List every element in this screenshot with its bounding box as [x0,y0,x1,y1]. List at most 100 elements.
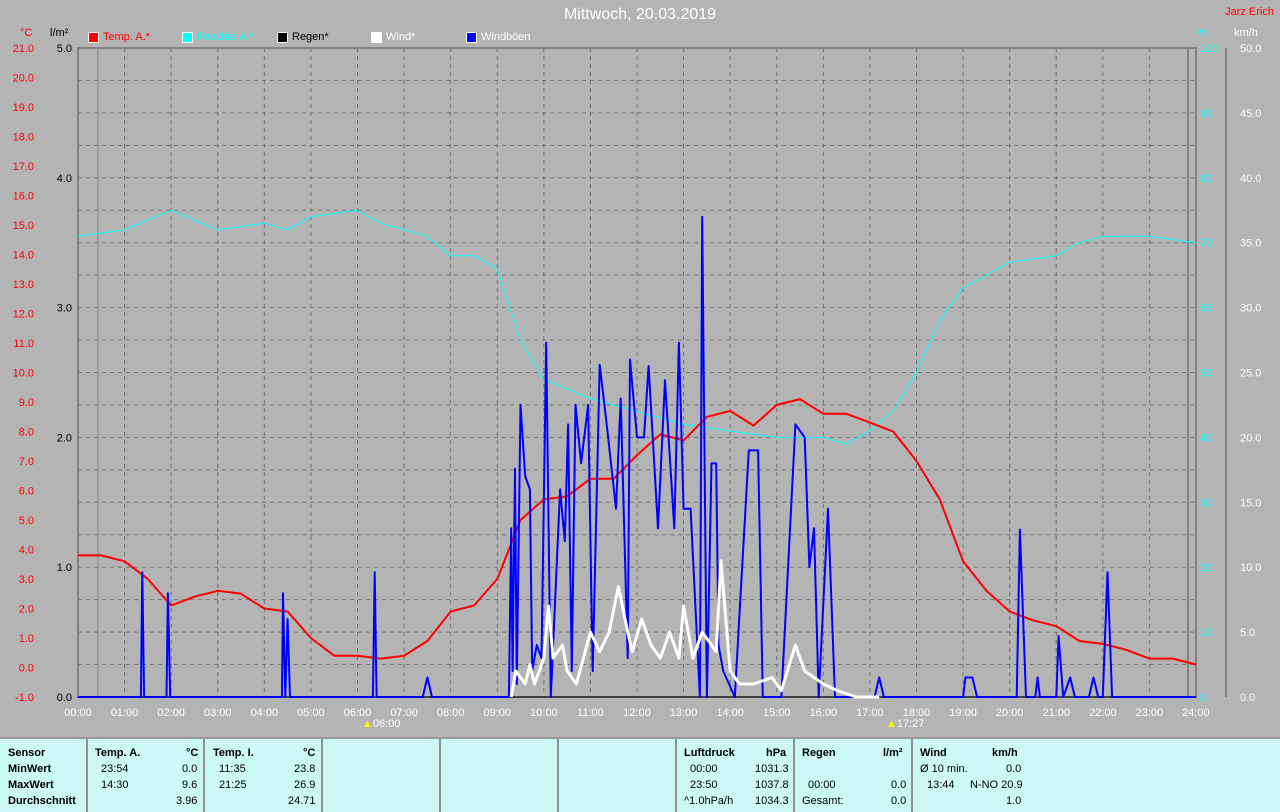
humidity-tick-label: 70 [1200,238,1212,250]
pressure-trend: ^1.0hPa/h [684,795,734,807]
temp-tick-label: 1.0 [19,633,34,645]
temp-a-header: Temp. A. [95,747,141,759]
humidity-tick-label: 50 [1200,368,1212,380]
temp-tick-label: 20.0 [13,73,34,85]
x-tick-label: 13:00 [670,707,698,719]
temp-i-max: 26.9 [294,779,316,791]
wind-tick-label: 50.0 [1240,43,1261,55]
pressure-max-time: 23:50 [690,779,718,791]
x-tick-label: 08:00 [437,707,465,719]
temp-i-unit: °C [303,747,316,759]
x-tick-label: 03:00 [204,707,232,719]
pressure-header: Luftdruck [684,747,735,759]
legend-gusts: Windböen [466,31,531,43]
legend-swatch [466,31,477,43]
wind-avg-label: Ø 10 min. [920,763,968,775]
humidity-tick-label: 80 [1200,173,1212,185]
pressure-min-time: 00:00 [690,763,718,775]
wind-tick-label: 30.0 [1240,303,1261,315]
rain-tick-label: 4.0 [57,173,72,185]
humidity-tick-label: 10 [1200,627,1212,639]
row-sensor: Sensor [8,747,46,759]
temp-tick-label: 13.0 [13,279,34,291]
legend-label: Temp. A.* [103,31,151,43]
temp-a-min: 0.0 [182,763,198,775]
legend-label: Wind* [386,31,416,43]
legend-wind: Wind* [371,31,415,43]
wind-tick-label: 0.0 [1240,692,1255,704]
temp-tick-label: 11.0 [13,338,34,350]
rain-tick-label: 0.0 [57,692,72,704]
temp-i-max-time: 21:25 [219,779,247,791]
temp-i-min-time: 11:35 [219,763,246,775]
pressure-max: 1037.8 [755,779,789,791]
legend-label: Feuchte A.* [197,31,254,43]
x-tick-label: 12:00 [623,707,651,719]
sunset-icon: ▲ [886,718,897,730]
temp-tick-label: 6.0 [19,486,34,498]
temp-i-avg: 24.71 [288,795,316,807]
x-tick-label: 15:00 [763,707,791,719]
rain-max: 0.0 [891,779,907,791]
humidity-unit: % [1197,27,1207,39]
temp-i-min: 23.8 [294,763,316,775]
sunset-time: 17:27 [896,718,925,730]
pressure-unit: hPa [766,747,787,759]
temp-tick-label: 10.0 [13,368,34,380]
wind-unit-col: km/h [992,747,1018,759]
sunrise-icon: ▲ [362,718,373,730]
sunset-marker: ▲17:27 [886,718,924,730]
humidity-tick-label: 100 [1200,43,1218,55]
x-tick-label: 23:00 [1136,707,1164,719]
row-min: MinWert [8,763,52,775]
wind-tick-label: 10.0 [1240,562,1261,574]
rain-tick-label: 3.0 [57,303,72,315]
wind-tick-label: 20.0 [1240,432,1261,444]
wind-tick-label: 15.0 [1240,497,1261,509]
wind-tick-label: 35.0 [1240,238,1261,250]
temp-tick-label: 9.0 [19,397,34,409]
temp-tick-label: 17.0 [13,161,34,173]
wind-tick-label: 45.0 [1240,108,1261,120]
wind-tick-label: 5.0 [1240,627,1255,639]
pressure-avg: 1034.3 [755,795,789,807]
rain-total: 0.0 [891,795,907,807]
temp-a-min-time: 23:54 [101,763,129,775]
rain-unit-col: l/m² [883,747,903,759]
temp-a-avg: 3.96 [176,795,198,807]
humidity-tick-label: 40 [1200,432,1212,444]
temp-i-header: Temp. I. [213,747,254,759]
wind-tick-label: 25.0 [1240,368,1261,380]
legend-temp: Temp. A.* [88,31,150,43]
row-avg: Durchschnitt [8,795,76,807]
x-tick-label: 21:00 [1042,707,1070,719]
humidity-tick-label: 30 [1200,497,1212,509]
x-tick-label: 04:00 [251,707,279,719]
wind-avg: 0.0 [1006,763,1022,775]
temp-tick-label: 7.0 [19,456,34,468]
x-tick-label: 17:00 [856,707,884,719]
wind-max-time: 13:44 [927,779,955,791]
wind-header: Wind [920,747,947,759]
station-owner: Jarz Erich [1225,6,1274,18]
x-tick-label: 22:00 [1089,707,1117,719]
legend-humidity: Feuchte A.* [182,31,254,43]
humidity-tick-label: 90 [1200,108,1212,120]
wind-max: N-NO 20.9 [970,779,1023,791]
temp-tick-label: 14.0 [13,250,34,262]
temp-a-max: 9.6 [182,779,198,791]
temp-tick-label: 19.0 [13,102,34,114]
legend-swatch [88,31,99,43]
legend-swatch [182,31,193,43]
x-tick-label: 09:00 [483,707,511,719]
temp-tick-label: -1.0 [15,692,34,704]
legend-label: Windböen [481,31,531,43]
rain-max-time: 00:00 [808,779,836,791]
wind-tick-label: 40.0 [1240,173,1261,185]
stats-table: Sensor MinWert MaxWert Durchschnitt Temp… [0,737,1280,812]
humidity-tick-label: 60 [1200,303,1212,315]
rain-tick-label: 5.0 [57,43,72,55]
temp-tick-label: 16.0 [13,191,34,203]
temp-tick-label: 15.0 [13,220,34,232]
temp-tick-label: 12.0 [13,309,34,321]
